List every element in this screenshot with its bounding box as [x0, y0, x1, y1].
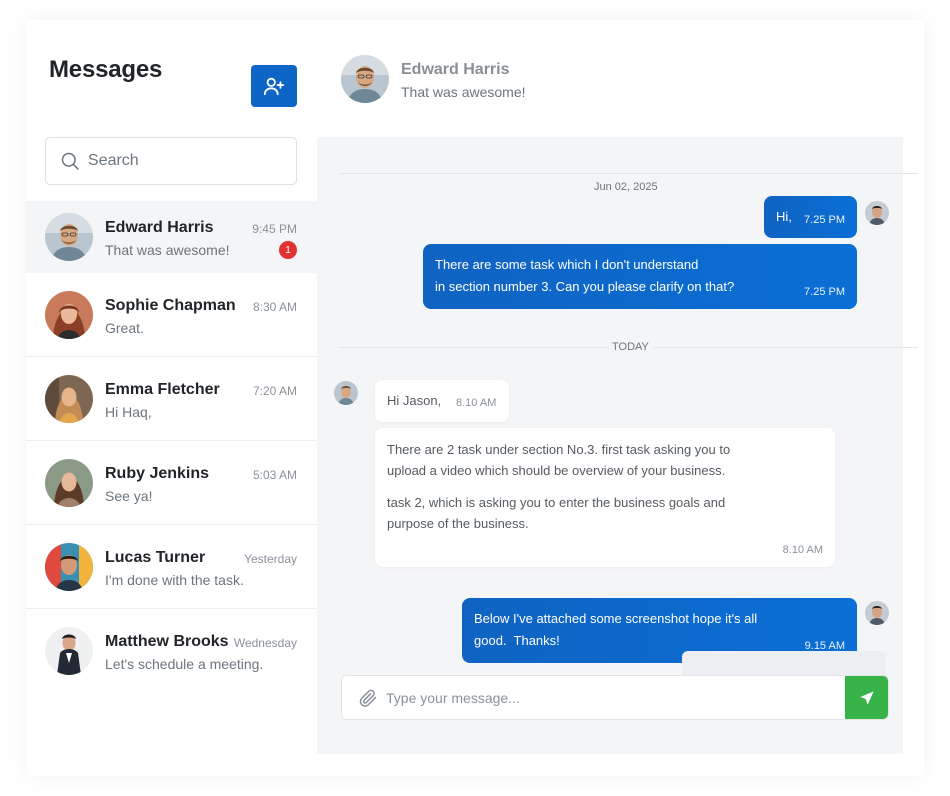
chat-contact-status: That was awesome! [401, 84, 526, 100]
conversation-sidebar: Messages Search Edward Harris 9:45 PM Th… [26, 20, 317, 776]
paperclip-icon [359, 689, 377, 707]
message-input[interactable] [386, 676, 841, 719]
chat-header: Edward Harris That was awesome! [317, 20, 924, 137]
send-button[interactable] [845, 676, 888, 719]
message-time: 7.25 PM [804, 286, 845, 298]
user-plus-icon [263, 77, 285, 96]
avatar [45, 213, 93, 261]
message-text: task 2, which is asking you to enter the… [387, 495, 726, 531]
avatar [45, 627, 93, 675]
conversation-name: Edward Harris [105, 219, 214, 236]
sender-avatar [334, 381, 358, 405]
message-time: 7.25 PM [804, 214, 845, 226]
unread-badge: 1 [279, 241, 297, 259]
conversation-list: Edward Harris 9:45 PM That was awesome! … [26, 201, 317, 693]
message-time: 8.10 AM [782, 544, 823, 556]
search-box [45, 137, 297, 185]
conversation-time: Wednesday [233, 636, 297, 650]
conversation-item-sophie-chapman[interactable]: Sophie Chapman 8:30 AM Great. [26, 273, 317, 357]
conversation-time: 9:45 PM [252, 222, 297, 236]
message-text: Below I've attached some screenshot hope… [474, 611, 758, 626]
conversation-preview: Hi Haq, [105, 404, 152, 420]
sender-avatar [865, 201, 889, 225]
date-divider [340, 173, 918, 174]
conversation-time: 8:30 AM [252, 300, 297, 314]
conversation-time: Yesterday [244, 552, 297, 566]
conversation-name: Ruby Jenkins [105, 465, 210, 482]
message-text: Hi Jason, [387, 393, 442, 408]
date-separator: TODAY [608, 341, 653, 353]
message-thread: Jun 02, 2025 Hi, 7.25 PM There are some … [317, 137, 918, 754]
message-text: There are 2 task under section No.3. fir… [387, 442, 731, 478]
message-bubble-outgoing: There are some task which I don't unders… [423, 244, 857, 309]
conversation-name: Matthew Brooks [105, 633, 229, 650]
conversation-preview: I'm done with the task. [105, 572, 244, 588]
sidebar-title: Messages [49, 56, 163, 83]
date-separator: Jun 02, 2025 [590, 181, 662, 193]
new-conversation-button[interactable] [251, 65, 297, 107]
conversation-name: Lucas Turner [105, 549, 206, 566]
avatar [341, 55, 389, 103]
attachment-button[interactable] [358, 688, 378, 713]
message-bubble-incoming: There are 2 task under section No.3. fir… [375, 428, 835, 567]
message-text: Hi, [776, 209, 792, 224]
chat-panel: Edward Harris That was awesome! Jun 02, … [317, 20, 924, 776]
avatar [45, 543, 93, 591]
send-icon [859, 690, 874, 705]
avatar [45, 375, 93, 423]
conversation-item-edward-harris[interactable]: Edward Harris 9:45 PM That was awesome! … [26, 201, 317, 273]
avatar [45, 291, 93, 339]
conversation-preview: See ya! [105, 488, 153, 504]
message-bubble-incoming: Hi Jason, 8.10 AM [375, 380, 509, 422]
message-bubble-outgoing: Hi, 7.25 PM [764, 196, 857, 238]
conversation-time: 7:20 AM [252, 384, 297, 398]
conversation-item-lucas-turner[interactable]: Lucas Turner Yesterday I'm done with the… [26, 525, 317, 609]
sender-avatar [865, 601, 889, 625]
chat-contact-name: Edward Harris [401, 61, 510, 78]
search-icon [61, 152, 79, 170]
message-text: good. Thanks! [474, 633, 560, 648]
messenger-card: Messages Search Edward Harris 9:45 PM Th… [26, 20, 924, 776]
conversation-preview: That was awesome! [105, 242, 230, 258]
conversation-item-matthew-brooks[interactable]: Matthew Brooks Wednesday Let's schedule … [26, 609, 317, 693]
message-time: 8.10 AM [456, 397, 497, 409]
conversation-time: 5:03 AM [252, 468, 297, 482]
conversation-preview: Great. [105, 320, 144, 336]
conversation-name: Sophie Chapman [105, 297, 236, 314]
conversation-item-ruby-jenkins[interactable]: Ruby Jenkins 5:03 AM See ya! [26, 441, 317, 525]
conversation-name: Emma Fletcher [105, 381, 220, 398]
message-text: There are some task which I don't unders… [435, 257, 699, 272]
message-composer [341, 675, 889, 720]
conversation-preview: Let's schedule a meeting. [105, 656, 264, 672]
avatar [45, 459, 93, 507]
message-text: in section number 3. Can you please clar… [435, 279, 735, 294]
conversation-item-emma-fletcher[interactable]: Emma Fletcher 7:20 AM Hi Haq, [26, 357, 317, 441]
search-input[interactable] [88, 152, 288, 170]
